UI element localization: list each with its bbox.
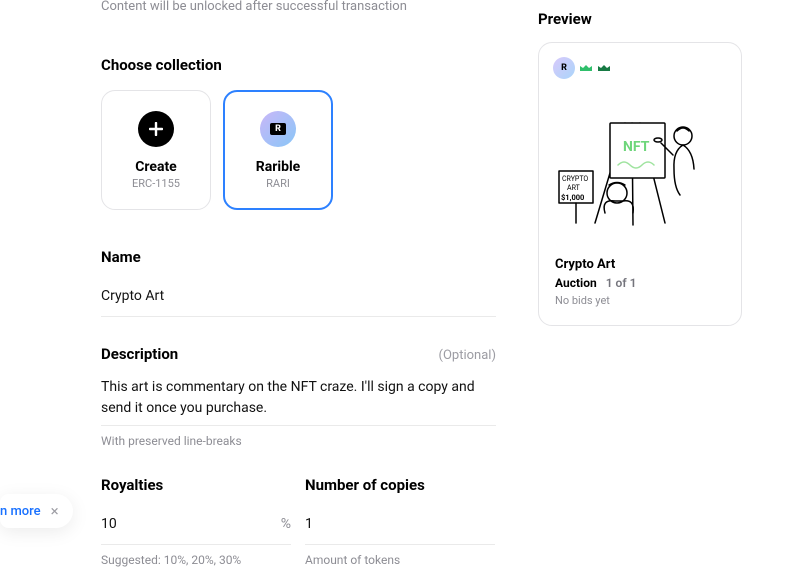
crown-icon xyxy=(597,63,611,73)
copies-label: Number of copies xyxy=(305,476,495,494)
unlock-note: Content will be unlocked after successfu… xyxy=(101,0,496,16)
collection-title: Create xyxy=(135,159,177,175)
svg-text:ART: ART xyxy=(567,184,581,192)
close-icon[interactable]: × xyxy=(49,502,61,520)
description-helper: With preserved line-breaks xyxy=(101,434,496,448)
choose-collection-title: Choose collection xyxy=(101,56,496,74)
name-label: Name xyxy=(101,248,496,266)
svg-text:CRYPTO: CRYPTO xyxy=(562,175,588,183)
rarible-icon: R xyxy=(260,111,296,147)
plus-icon xyxy=(138,111,174,147)
svg-text:NFT: NFT xyxy=(623,139,650,155)
collection-title: Rarible xyxy=(256,159,300,175)
optional-tag: (Optional) xyxy=(439,348,496,363)
description-input[interactable]: This art is commentary on the NFT craze.… xyxy=(101,377,496,419)
collection-card-rarible[interactable]: R Rarible RARI xyxy=(223,90,333,210)
collection-list: Create ERC-1155 R Rarible RARI xyxy=(101,90,496,210)
rarible-badge-icon: R xyxy=(553,57,575,79)
divider xyxy=(305,544,495,545)
toast-banner: n more × xyxy=(0,494,73,528)
divider xyxy=(101,544,291,545)
edition-count: 1 of 1 xyxy=(606,276,637,290)
collection-subtitle: RARI xyxy=(266,177,290,190)
crown-icon xyxy=(579,63,593,73)
divider xyxy=(101,316,496,317)
preview-artwork: NFT CRYPTO ART $ xyxy=(555,93,725,233)
copies-input[interactable] xyxy=(305,510,495,538)
preview-item-meta: Auction 1 of 1 xyxy=(555,276,725,290)
toast-link[interactable]: n more xyxy=(0,504,41,519)
preview-title: Preview xyxy=(538,10,742,28)
name-input[interactable] xyxy=(101,282,496,310)
description-label: Description xyxy=(101,345,178,363)
preview-badges: R xyxy=(553,57,725,79)
preview-item-name: Crypto Art xyxy=(555,257,725,272)
preview-card: R NFT xyxy=(538,42,742,326)
collection-subtitle: ERC-1155 xyxy=(132,177,180,190)
svg-text:$1,000: $1,000 xyxy=(561,193,584,202)
collection-card-create[interactable]: Create ERC-1155 xyxy=(101,90,211,210)
copies-helper: Amount of tokens xyxy=(305,553,495,567)
percent-suffix: % xyxy=(281,516,291,532)
auction-label: Auction xyxy=(555,276,597,290)
royalties-label: Royalties xyxy=(101,476,291,494)
royalties-input[interactable] xyxy=(101,510,281,538)
royalties-helper: Suggested: 10%, 20%, 30% xyxy=(101,553,291,567)
divider xyxy=(101,425,496,426)
preview-bids: No bids yet xyxy=(555,294,725,307)
